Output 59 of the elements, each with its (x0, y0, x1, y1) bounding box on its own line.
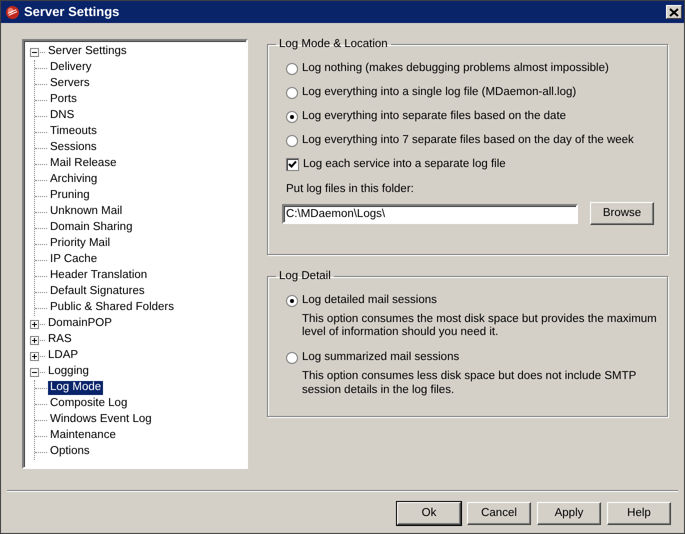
tree-item[interactable]: Default Signatures (48, 285, 147, 299)
radio-button[interactable] (286, 352, 298, 364)
option-label: Log nothing (makes debugging problems almost impossible) (302, 62, 609, 76)
checkbox-label: Log each service into a separate log file (303, 158, 506, 172)
tree-item[interactable]: Timeouts (48, 125, 99, 139)
close-button[interactable] (666, 5, 682, 19)
collapse-icon[interactable] (30, 368, 39, 376)
radio-button[interactable] (286, 110, 298, 122)
collapse-icon[interactable] (30, 48, 39, 56)
tree-item[interactable]: Public & Shared Folders (48, 301, 176, 315)
tree-item[interactable]: Options (48, 445, 92, 459)
app-icon (5, 4, 20, 20)
radio-button[interactable] (286, 86, 298, 98)
option-label: Log everything into 7 separate files based on the day of the week (302, 134, 634, 148)
tree-item[interactable]: Ports (48, 93, 79, 107)
folder-field[interactable]: C:\MDaemon\Logs\ (282, 204, 578, 224)
tree-item[interactable]: Unknown Mail (48, 205, 124, 219)
tree-item[interactable]: Servers (48, 77, 92, 91)
radio-button[interactable] (286, 62, 298, 74)
option-description: This option consumes the most disk space but provides the maximum level of information should you need it. (302, 312, 657, 340)
tree-item[interactable]: IP Cache (48, 253, 100, 267)
tree-item[interactable]: Sessions (48, 141, 99, 155)
tree-item[interactable]: RAS (46, 333, 74, 347)
checkbox[interactable] (286, 158, 299, 171)
radio-button[interactable] (286, 134, 298, 146)
expand-icon[interactable] (30, 336, 39, 344)
option-label: Log everything into a single log file (MDaemon-all.log) (302, 86, 576, 100)
option-label: Log summarized mail sessions (302, 351, 460, 365)
tree-item[interactable]: Log Mode (48, 381, 104, 395)
field-label: Put log files in this folder: (286, 182, 415, 196)
option-label: Log detailed mail sessions (302, 294, 437, 308)
tree-item[interactable]: Header Translation (48, 269, 150, 283)
expand-icon[interactable] (30, 352, 39, 360)
browse-button[interactable]: Browse (590, 202, 654, 226)
group-title: Log Detail (278, 271, 332, 282)
tree-item[interactable]: Delivery (48, 61, 94, 75)
tree-item[interactable]: DNS (48, 109, 76, 123)
tree-item[interactable]: DomainPOP (46, 317, 114, 331)
dialog-button[interactable]: Cancel (467, 502, 531, 525)
option-label: Log everything into separate files based on the date (302, 110, 566, 124)
tree-item[interactable]: Server Settings (46, 45, 129, 59)
tree-item[interactable]: Mail Release (48, 157, 118, 171)
tree-item[interactable]: Composite Log (48, 397, 130, 411)
dialog-button[interactable]: Ok (397, 502, 461, 525)
option-description: This option consumes less disk space but does not include SMTP session details in the log files. (302, 370, 638, 398)
tree-item[interactable]: Domain Sharing (48, 221, 134, 235)
tree-item[interactable]: LDAP (46, 349, 80, 363)
dialog-button[interactable]: Help (607, 502, 671, 525)
dialog-button[interactable]: Apply (537, 502, 601, 525)
tree-item[interactable]: Logging (46, 365, 91, 379)
window-title: Server Settings (24, 4, 120, 20)
radio-button[interactable] (286, 294, 298, 306)
group-title: Log Mode & Location (278, 39, 389, 50)
expand-icon[interactable] (30, 320, 39, 328)
tree-item[interactable]: Pruning (48, 189, 92, 203)
tree-item[interactable]: Archiving (48, 173, 100, 187)
tree-item[interactable]: Priority Mail (48, 237, 112, 251)
tree-item[interactable]: Windows Event Log (48, 413, 154, 427)
tree-item[interactable]: Maintenance (48, 429, 118, 443)
